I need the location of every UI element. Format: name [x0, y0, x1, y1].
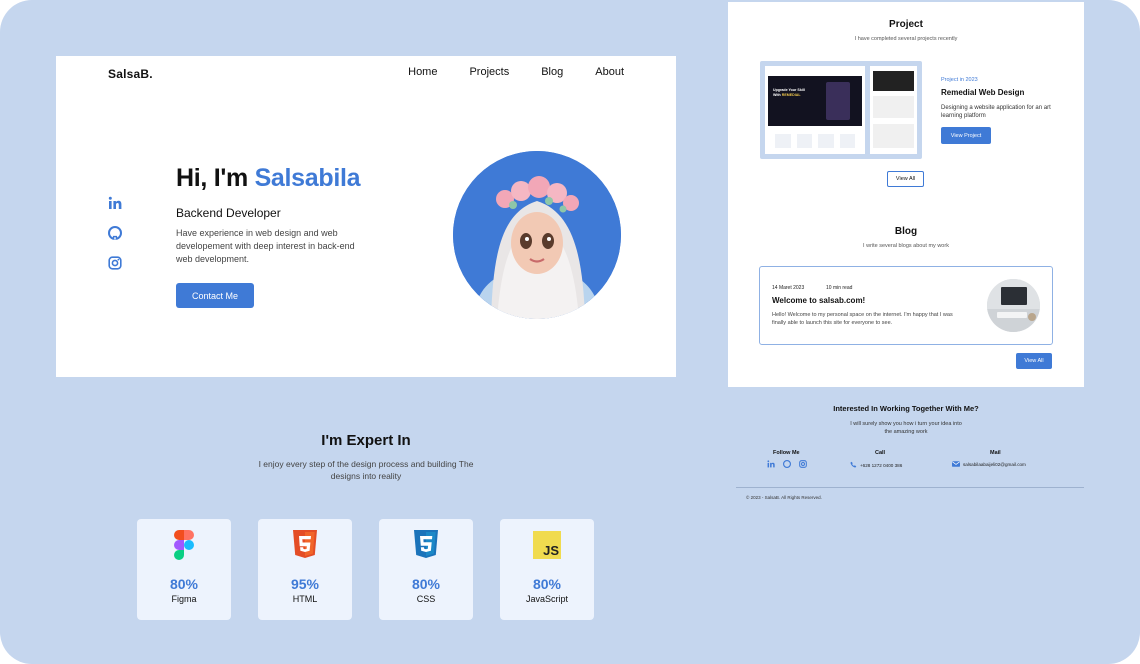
blog-post-image [987, 279, 1040, 332]
project-thumbnail[interactable]: Upgrade Your Skill With REMEDIAL [760, 61, 922, 159]
project-thumb-main: Upgrade Your Skill With REMEDIAL [765, 66, 865, 154]
footer-title: Interested In Working Together With Me? [833, 404, 979, 413]
footer-subtitle: I will surely show you how i turn your i… [850, 421, 962, 435]
project-thumb-line1: Upgrade Your Skill [773, 88, 805, 92]
skill-name: JavaScript [525, 594, 569, 604]
hero-greeting: Hi, I'm [176, 164, 255, 192]
project-section-subtitle: I have completed several projects recent… [854, 36, 958, 42]
svg-text:JS: JS [543, 543, 559, 558]
project-thumb-highlight: REMEDIAL [781, 93, 801, 97]
skill-name: HTML [292, 594, 318, 604]
nav-home[interactable]: Home [408, 66, 437, 78]
skill-name: Figma [171, 594, 197, 604]
project-thumb-hero: Upgrade Your Skill With REMEDIAL [768, 76, 862, 126]
skill-card-html: 95% HTML [258, 519, 352, 620]
instagram-icon[interactable] [108, 256, 122, 270]
hero-role: Backend Developer [176, 206, 281, 220]
html5-icon [291, 530, 319, 560]
hero-name: Salsabila [254, 164, 361, 192]
hero-heading: Hi, I'm Salsabila [176, 164, 361, 193]
footer-call-value: +628 1272 0400 386 [860, 462, 903, 468]
skill-card-javascript: JS 80% JavaScript [500, 519, 594, 620]
main-nav: Home Projects Blog About [408, 66, 624, 78]
project-description: Designing a website application for an a… [941, 105, 1051, 119]
project-thumb-side [870, 66, 917, 154]
blog-post-card[interactable]: 14 Maret 2023 10 min read Welcome to sal… [759, 266, 1053, 345]
skill-percent: 95% [290, 576, 320, 592]
project-section-title: Project [889, 19, 923, 30]
blog-section-title: Blog [894, 226, 918, 237]
nav-blog[interactable]: Blog [541, 66, 563, 78]
project-thumb-line2: With [773, 93, 782, 97]
linkedin-icon[interactable] [108, 196, 122, 210]
footer-copyright: © 2023 - SalsaB. All Rights Reserved. [746, 495, 822, 500]
social-links [108, 196, 122, 270]
skill-card-css: 80% CSS [379, 519, 473, 620]
skills-list: 80% Figma 95% HTML 80% CSS JS 80% JavaSc… [137, 519, 594, 620]
footer-call[interactable]: +628 1272 0400 386 [850, 461, 902, 469]
blog-date: 14 Maret 2023 [772, 285, 805, 291]
nav-projects[interactable]: Projects [469, 66, 509, 78]
footer-mail-label: Mail [990, 450, 1001, 456]
expert-title: I'm Expert In [321, 432, 411, 449]
github-icon[interactable] [783, 460, 791, 469]
blog-view-all-button[interactable]: View All [1016, 353, 1052, 369]
blog-read-time: 10 min read [826, 285, 853, 291]
footer-mail-value: salsabilaabaijeli02@gmail.com [963, 462, 1026, 467]
avatar [453, 151, 621, 319]
css3-icon [412, 530, 440, 560]
canvas-background: SalsaB. Home Projects Blog About Hi, I'm… [0, 0, 1140, 664]
figma-icon [170, 530, 198, 560]
project-name: Remedial Web Design [941, 88, 1025, 97]
project-thumb-heading: Upgrade Your Skill With REMEDIAL [773, 88, 805, 98]
expert-subtitle: I enjoy every step of the design process… [258, 459, 474, 481]
footer-divider [736, 487, 1084, 488]
javascript-icon: JS [533, 530, 561, 560]
hero-description: Have experience in web design and web de… [176, 228, 355, 264]
instagram-icon[interactable] [799, 460, 807, 469]
github-icon[interactable] [108, 226, 122, 240]
linkedin-icon[interactable] [767, 460, 775, 469]
projects-blog-page: Project I have completed several project… [728, 2, 1084, 387]
footer-mail[interactable]: salsabilaabaijeli02@gmail.com [952, 461, 1026, 468]
skill-percent: 80% [411, 576, 441, 592]
project-thumb-features [775, 134, 855, 148]
footer-call-label: Call [875, 450, 886, 456]
site-logo[interactable]: SalsaB. [108, 67, 153, 81]
project-thumb-image [826, 82, 850, 120]
contact-me-button[interactable]: Contact Me [176, 283, 254, 308]
skill-percent: 80% [169, 576, 199, 592]
mail-icon [952, 461, 960, 468]
blog-post-excerpt: Hello! Welcome to my personal space on t… [772, 312, 953, 326]
phone-icon [850, 461, 857, 469]
nav-about[interactable]: About [595, 66, 624, 78]
project-meta: Project in 2023 [941, 77, 978, 83]
projects-view-all-button[interactable]: View All [887, 171, 924, 187]
footer-follow-label: Follow Me [773, 450, 800, 456]
skill-card-figma: 80% Figma [137, 519, 231, 620]
footer-social-icons [767, 460, 807, 469]
view-project-button[interactable]: View Project [941, 127, 991, 144]
skill-percent: 80% [532, 576, 562, 592]
blog-section-subtitle: I write several blogs about my work [863, 243, 949, 249]
hero-section: SalsaB. Home Projects Blog About Hi, I'm… [56, 56, 676, 377]
blog-post-title: Welcome to salsab.com! [772, 296, 866, 305]
skill-name: CSS [416, 594, 436, 604]
